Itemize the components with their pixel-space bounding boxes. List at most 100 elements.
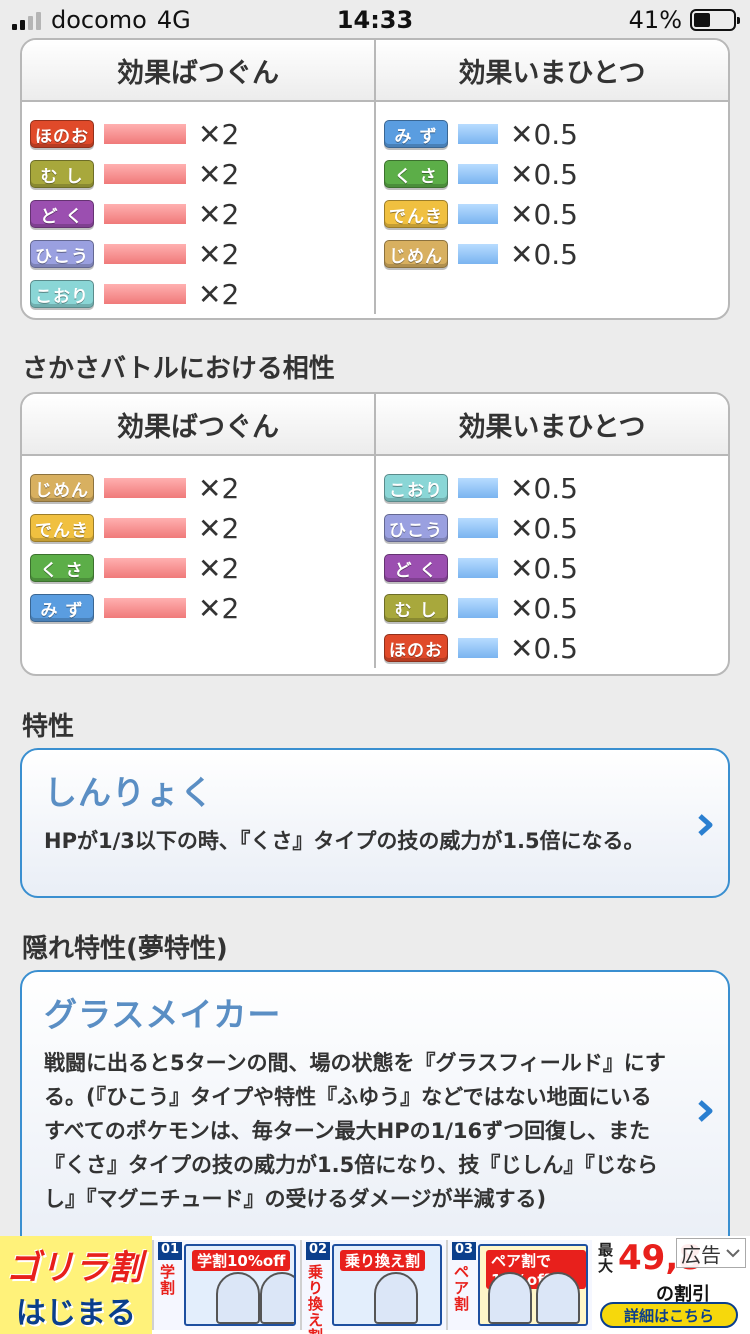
multiplier: ✕2 <box>198 157 240 191</box>
type-badge-bug: む し <box>384 594 448 622</box>
strong-column: ほのお ✕2 む し ✕2 ど く ✕2 ひこう ✕2 こおり ✕2 <box>22 102 374 314</box>
type-row: ど く ✕0.5 <box>384 548 728 588</box>
ad-label-text: 広告 <box>681 1242 721 1267</box>
multiplier: ✕0.5 <box>510 117 578 151</box>
type-badge-electric: でんき <box>384 200 448 228</box>
type-badge-ground: じめん <box>30 474 94 502</box>
multiplier: ✕2 <box>198 591 240 625</box>
type-row: み ず ✕2 <box>30 588 374 628</box>
table-header: 効果ばつぐん 効果いまひとつ <box>22 394 728 456</box>
type-row: こおり ✕0.5 <box>384 468 728 508</box>
ad-subheadline: はじまる <box>16 1296 136 1331</box>
ad-illustration: ペア割で10%off <box>478 1244 588 1326</box>
ad-tile-student[interactable]: 01 学割 学割10%off <box>152 1240 300 1330</box>
type-badge-water: み ず <box>384 120 448 148</box>
type-row: じめん ✕0.5 <box>384 234 728 274</box>
type-row: む し ✕0.5 <box>384 588 728 628</box>
weak-bar <box>458 478 498 498</box>
type-badge-grass: く さ <box>30 554 94 582</box>
weak-bar <box>458 518 498 538</box>
character-illustration <box>536 1272 580 1324</box>
ad-illustration: 乗り換え割 <box>332 1244 442 1326</box>
chevron-down-icon <box>726 1249 740 1258</box>
ad-banner[interactable]: ゴリラ割 はじまる 01 学割 学割10%off 02 乗り換え割 乗り換え割 … <box>0 1236 750 1334</box>
character-illustration <box>260 1272 294 1324</box>
multiplier: ✕2 <box>198 197 240 231</box>
type-row: ほのお ✕2 <box>30 114 374 154</box>
strong-bar <box>104 164 186 184</box>
type-row: ひこう ✕2 <box>30 234 374 274</box>
type-row: でんき ✕2 <box>30 508 374 548</box>
character-illustration <box>488 1272 532 1324</box>
type-badge-grass: く さ <box>384 160 448 188</box>
ad-tile-number: 03 <box>452 1242 476 1260</box>
strong-bar <box>104 284 186 304</box>
type-row: ひこう ✕0.5 <box>384 508 728 548</box>
ad-headline: ゴリラ割 <box>6 1248 142 1288</box>
ad-details-button[interactable]: 詳細はこちら <box>600 1302 738 1328</box>
weak-bar <box>458 558 498 578</box>
weak-column: こおり ✕0.5 ひこう ✕0.5 ど く ✕0.5 む し ✕0.5 ほのお ✕0.5 <box>374 456 728 668</box>
type-badge-poison: ど く <box>384 554 448 582</box>
multiplier: ✕0.5 <box>510 471 578 505</box>
ad-tile-switch[interactable]: 02 乗り換え割 乗り換え割 <box>300 1240 446 1334</box>
weak-bar <box>458 638 498 658</box>
multiplier: ✕2 <box>198 277 240 311</box>
status-right: 41% <box>628 6 740 34</box>
hidden-ability-name: グラスメイカー <box>44 995 282 1034</box>
ad-tile-tag: 乗り換え割 <box>340 1250 426 1271</box>
type-badge-flying: ひこう <box>30 240 94 268</box>
type-row: じめん ✕2 <box>30 468 374 508</box>
type-badge-bug: む し <box>30 160 94 188</box>
hidden-ability-card[interactable]: グラスメイカー 戦闘に出ると5ターンの間、場の状態を『グラスフィールド』にする。… <box>20 970 730 1260</box>
ad-tile-number: 02 <box>306 1242 330 1260</box>
type-row: く さ ✕0.5 <box>384 154 728 194</box>
strong-bar <box>104 124 186 144</box>
ad-label[interactable]: 広告 <box>676 1238 746 1268</box>
strong-bar <box>104 518 186 538</box>
type-badge-poison: ど く <box>30 200 94 228</box>
ability-card[interactable]: しんりょく HPが1/3以下の時、『くさ』タイプの技の威力が1.5倍になる。 <box>20 748 730 898</box>
type-row: ほのお ✕0.5 <box>384 628 728 668</box>
type-row: み ず ✕0.5 <box>384 114 728 154</box>
hidden-ability-description: 戦闘に出ると5ターンの間、場の状態を『グラスフィールド』にする。(『ひこう』タイ… <box>44 1051 666 1211</box>
character-illustration <box>374 1272 418 1324</box>
ad-tile-pair[interactable]: 03 ペア割 ペア割で10%off <box>446 1240 592 1330</box>
multiplier: ✕0.5 <box>510 511 578 545</box>
type-badge-ice: こおり <box>384 474 448 502</box>
chevron-right-icon <box>698 1100 713 1122</box>
multiplier: ✕0.5 <box>510 591 578 625</box>
type-badge-fire: ほのお <box>384 634 448 662</box>
character-illustration <box>216 1272 260 1324</box>
multiplier: ✕0.5 <box>510 551 578 585</box>
type-effectiveness-table: 効果ばつぐん 効果いまひとつ ほのお ✕2 む し ✕2 ど く ✕2 ひこう ✕2 こおり ✕2… <box>20 38 730 320</box>
status-bar: docomo 4G 14:33 41% <box>0 0 750 40</box>
header-strong: 効果ばつぐん <box>117 57 279 89</box>
header-weak: 効果いまひとつ <box>374 394 728 454</box>
ad-illustration: 学割10%off <box>184 1244 296 1326</box>
multiplier: ✕0.5 <box>510 157 578 191</box>
type-row: こおり ✕2 <box>30 274 374 314</box>
type-badge-electric: でんき <box>30 514 94 542</box>
type-badge-ice: こおり <box>30 280 94 308</box>
battery-percent: 41% <box>628 6 682 34</box>
ability-section-title: 特性 <box>22 712 75 742</box>
type-badge-water: み ず <box>30 594 94 622</box>
strong-column: じめん ✕2 でんき ✕2 く さ ✕2 み ず ✕2 <box>22 456 374 668</box>
chevron-right-icon <box>698 814 713 836</box>
inverse-battle-table: 効果ばつぐん 効果いまひとつ じめん ✕2 でんき ✕2 く さ ✕2 み ず ✕2 こおり ✕… <box>20 392 730 676</box>
strong-bar <box>104 244 186 264</box>
multiplier: ✕0.5 <box>510 631 578 665</box>
strong-bar <box>104 478 186 498</box>
ad-tile-vertical-label: 乗り換え割 <box>308 1263 324 1334</box>
ad-tile-vertical-label: ペア割 <box>454 1263 470 1313</box>
table-header: 効果ばつぐん 効果いまひとつ <box>22 40 728 102</box>
strong-bar <box>104 598 186 618</box>
type-row: く さ ✕2 <box>30 548 374 588</box>
multiplier: ✕0.5 <box>510 237 578 271</box>
ability-name: しんりょく <box>44 773 214 812</box>
ad-main-panel[interactable]: ゴリラ割 はじまる <box>0 1236 152 1334</box>
weak-column: み ず ✕0.5 く さ ✕0.5 でんき ✕0.5 じめん ✕0.5 <box>374 102 728 314</box>
hidden-ability-section-title: 隠れ特性(夢特性) <box>22 934 228 964</box>
header-weak: 効果いまひとつ <box>374 40 728 100</box>
